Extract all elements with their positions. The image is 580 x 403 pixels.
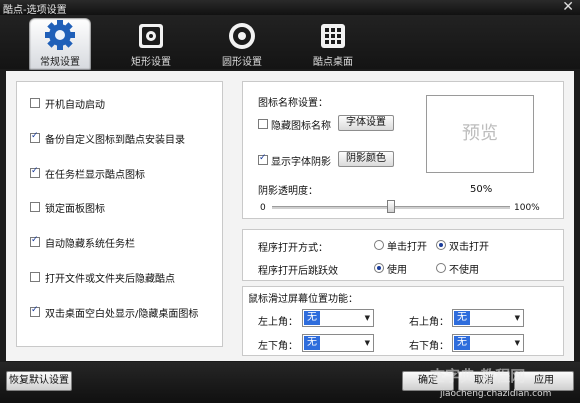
slider-max-label: 100% [514, 203, 540, 213]
select-value: 无 [304, 336, 320, 350]
option-checkbox[interactable] [30, 305, 40, 317]
tab-label: 酷点桌面 [313, 57, 353, 68]
reset-defaults-button[interactable]: 恢复默认设置 [6, 371, 72, 391]
preview-box: 预览 [426, 95, 534, 173]
option-checkbox[interactable] [30, 272, 40, 282]
chevron-down-icon: ▼ [514, 339, 520, 347]
tab-bar: 常规设置 矩形设置 圆形设置 酷点桌面 [0, 15, 580, 70]
shadow-opacity-label: 阴影透明度： [258, 186, 318, 197]
use-label: 使用 [387, 265, 407, 276]
top-left-select[interactable]: 无 ▼ [302, 309, 374, 327]
option-label: 备份自定义图标到酷点安装目录 [45, 135, 185, 146]
not-use-radio[interactable] [436, 263, 446, 273]
bottom-left-label: 左下角： [258, 341, 298, 352]
single-click-radio[interactable] [374, 240, 384, 250]
tab-label: 常规设置 [40, 57, 80, 68]
option-label: 双击桌面空白处显示/隐藏桌面图标 [45, 309, 199, 320]
tab-general[interactable]: 常规设置 [29, 18, 91, 70]
use-radio[interactable] [374, 263, 384, 273]
circle-icon [229, 23, 255, 49]
tab-label: 圆形设置 [222, 57, 262, 68]
icon-name-panel: 图标名称设置： 隐藏图标名称 字体设置 显示字体阴影 阴影颜色 预览 阴影透明度… [242, 81, 564, 219]
option-checkbox[interactable] [30, 235, 40, 247]
bottom-right-select[interactable]: 无 ▼ [452, 334, 524, 352]
double-click-radio[interactable] [436, 240, 446, 250]
title-bar: 酷点-选项设置 ✕ [0, 0, 580, 16]
option-checkbox[interactable] [30, 202, 40, 212]
close-icon[interactable]: ✕ [562, 0, 574, 15]
icon-name-heading: 图标名称设置： [258, 98, 328, 109]
option-label: 在任务栏显示酷点图标 [45, 170, 145, 181]
option-label: 自动隐藏系统任务栏 [45, 239, 135, 250]
option-checkbox[interactable] [30, 98, 40, 108]
tab-circle[interactable]: 圆形设置 [211, 20, 273, 70]
window-title: 酷点-选项设置 [3, 5, 67, 16]
tab-desktop[interactable]: 酷点桌面 [302, 20, 364, 70]
tab-rect[interactable]: 矩形设置 [120, 20, 182, 70]
option-label: 打开文件或文件夹后隐藏酷点 [45, 274, 175, 285]
shadow-checkbox[interactable] [258, 153, 268, 165]
top-left-label: 左上角： [258, 317, 298, 328]
option-checkbox[interactable] [30, 131, 40, 143]
opacity-slider-thumb[interactable] [387, 200, 395, 213]
settings-content: 开机自动启动 备份自定义图标到酷点安装目录 在任务栏显示酷点图标 锁定面板图标 … [6, 71, 574, 361]
footer-bar: 恢复默认设置 确定 取消 应用 查字典 教程网 jiaocheng.chazid… [0, 362, 580, 403]
shadow-label: 显示字体阴影 [271, 157, 331, 168]
shadow-color-button[interactable]: 阴影颜色 [338, 151, 394, 167]
slider-min-label: 0 [260, 203, 266, 213]
bottom-left-select[interactable]: 无 ▼ [302, 334, 374, 352]
watermark-text: 查字典 教程网 [430, 367, 526, 385]
double-click-label: 双击打开 [449, 242, 489, 253]
bottom-right-label: 右下角： [409, 341, 449, 352]
select-value: 无 [304, 311, 320, 325]
select-value: 无 [454, 311, 470, 325]
option-checkbox[interactable] [30, 166, 40, 178]
chevron-down-icon: ▼ [514, 314, 520, 322]
desktop-grid-icon [321, 24, 345, 48]
bounce-effect-label: 程序打开后跳跃效 [258, 266, 338, 277]
corner-actions-heading: 鼠标滑过屏幕位置功能： [248, 294, 358, 305]
option-label: 锁定面板图标 [45, 204, 105, 215]
gear-icon [45, 20, 75, 50]
font-settings-button[interactable]: 字体设置 [338, 115, 394, 131]
open-method-label: 程序打开方式： [258, 243, 328, 254]
hide-name-label: 隐藏图标名称 [271, 121, 331, 132]
shadow-opacity-value: 50% [470, 184, 493, 195]
top-right-select[interactable]: 无 ▼ [452, 309, 524, 327]
option-label: 开机自动启动 [45, 100, 105, 111]
select-value: 无 [454, 336, 470, 350]
watermark-url: jiaocheng.chazidian.com [440, 389, 552, 399]
not-use-label: 不使用 [449, 265, 479, 276]
single-click-label: 单击打开 [387, 242, 427, 253]
general-options-panel: 开机自动启动 备份自定义图标到酷点安装目录 在任务栏显示酷点图标 锁定面板图标 … [16, 81, 223, 347]
tab-label: 矩形设置 [131, 57, 171, 68]
chevron-down-icon: ▼ [364, 339, 370, 347]
cog-square-icon [139, 24, 163, 48]
program-open-panel: 程序打开方式： 单击打开 双击打开 程序打开后跳跃效 使用 不使用 [242, 229, 564, 281]
top-right-label: 右上角： [409, 317, 449, 328]
chevron-down-icon: ▼ [364, 314, 370, 322]
hide-name-checkbox[interactable] [258, 119, 268, 129]
corner-actions-panel: 鼠标滑过屏幕位置功能： 左上角： 无 ▼ 右上角： 无 ▼ 左下角： 无 ▼ 右… [242, 286, 564, 356]
